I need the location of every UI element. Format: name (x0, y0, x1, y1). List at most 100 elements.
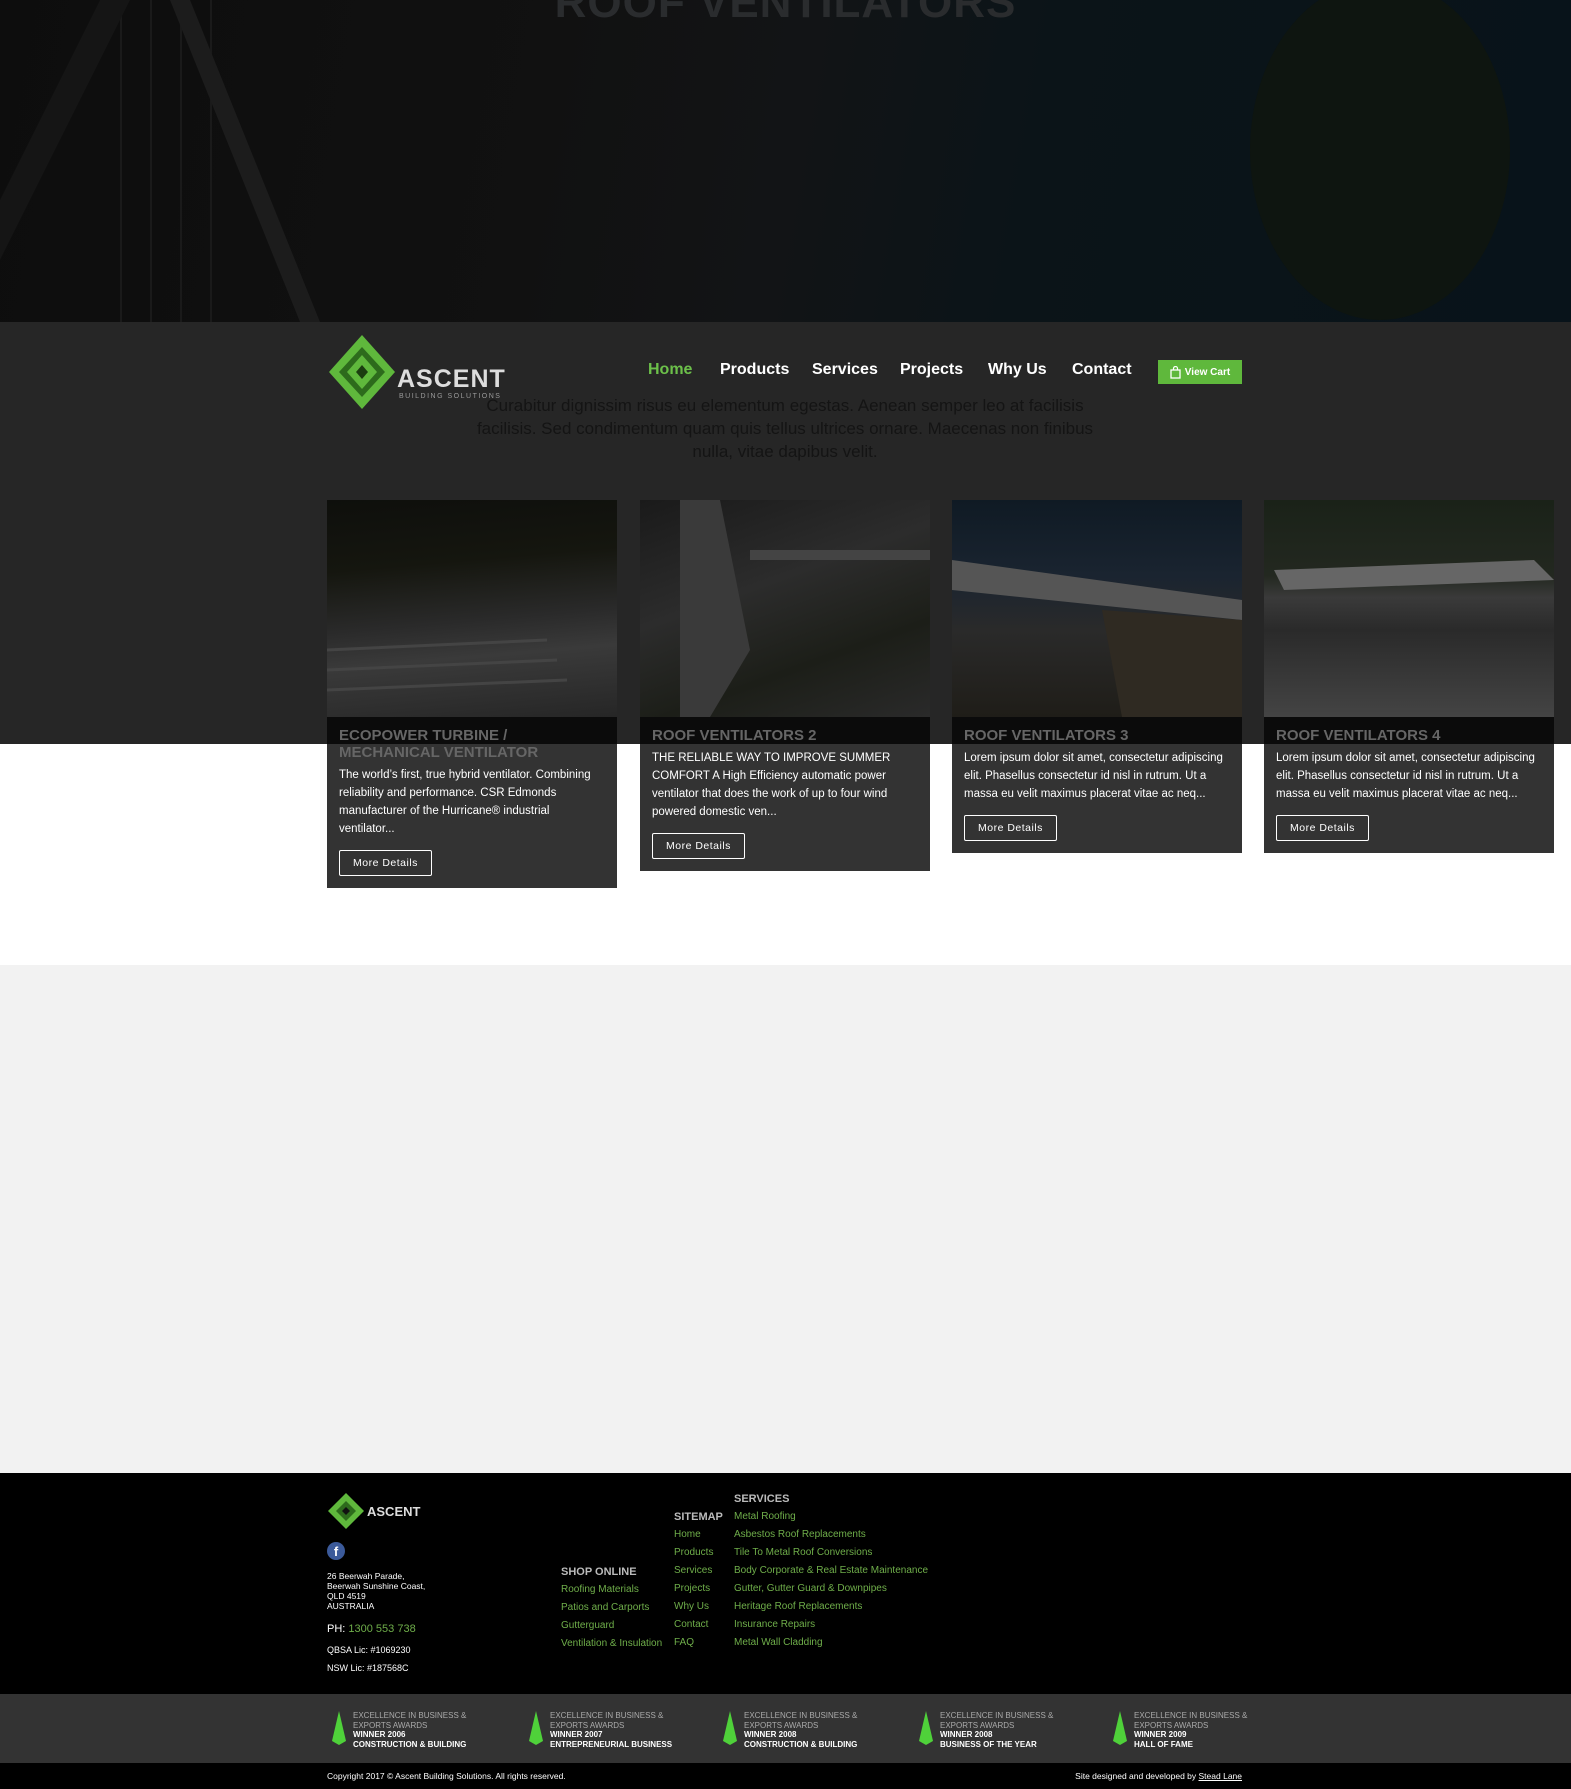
service-link[interactable]: Asbestos Roof Replacements (734, 1526, 928, 1544)
award: EXCELLENCE IN BUSINESS & EXPORTS AWARDS WI… (528, 1711, 672, 1749)
more-details-button[interactable]: More Details (1276, 815, 1369, 841)
nav-projects[interactable]: Projects (900, 361, 963, 379)
award-trophy-icon (723, 1711, 737, 1745)
credit: Site designed and developed by Stead Lan… (1075, 1771, 1242, 1781)
sitemap-link[interactable]: Contact (674, 1616, 723, 1634)
more-details-button[interactable]: More Details (339, 850, 432, 876)
card-title: ROOF VENTILATORS 4 (1276, 727, 1441, 744)
sitemap-link[interactable]: Products (674, 1544, 723, 1562)
more-details-button[interactable]: More Details (964, 815, 1057, 841)
intro-text: Curabitur dignissim risus eu elementum e… (476, 396, 1094, 461)
service-link[interactable]: Gutter, Gutter Guard & Downpipes (734, 1580, 928, 1598)
phone-label: PH: (327, 1623, 346, 1635)
card-text: Lorem ipsum dolor sit amet, consectetur … (964, 752, 1223, 800)
award-text: WINNER 2008 (940, 1730, 993, 1739)
award-trophy-icon (919, 1711, 933, 1745)
award-text: EXPORTS AWARDS (1134, 1720, 1209, 1730)
sitemap-column: SITEMAP Home Products Services Projects Why … (674, 1511, 723, 1652)
footer-logo-name: ASCENT (367, 1504, 421, 1519)
card-text: The world’s first, true hybrid ventilato… (339, 769, 591, 835)
view-cart-button[interactable]: View Cart (1158, 360, 1242, 384)
nav-products[interactable]: Products (720, 361, 789, 379)
award-text: EXCELLENCE IN BUSINESS & (550, 1711, 664, 1720)
phone: PH: 1300 553 738 (327, 1623, 416, 1635)
award-text: EXPORTS AWARDS (550, 1720, 625, 1730)
logo-name: ASCENT (397, 365, 506, 393)
sitemap-link[interactable]: Services (674, 1562, 723, 1580)
address-line: 26 Beerwah Parade, (327, 1571, 405, 1581)
nsw-license: NSW Lic: #187568C (327, 1663, 409, 1673)
award-trophy-icon (529, 1711, 543, 1745)
product-card: ECOPOWER TURBINE / MECHANICAL VENTILATOR… (327, 500, 617, 888)
address-line: Beerwah Sunshine Coast, (327, 1581, 426, 1591)
service-link[interactable]: Metal Roofing (734, 1508, 928, 1526)
empty-section (0, 965, 1571, 1473)
product-image (640, 500, 930, 717)
services-heading: SERVICES (734, 1493, 790, 1505)
award-text: WINNER 2009 (1134, 1730, 1187, 1739)
shop-link[interactable]: Ventilation & Insulation (561, 1635, 662, 1653)
service-link[interactable]: Body Corporate & Real Estate Maintenance (734, 1562, 928, 1580)
awards-bar: EXCELLENCE IN BUSINESS & EXPORTS AWARDS WI… (0, 1694, 1571, 1763)
card-text: THE RELIABLE WAY TO IMPROVE SUMMER COMFO… (652, 752, 891, 818)
service-link[interactable]: Heritage Roof Replacements (734, 1598, 928, 1616)
credit-text: Site designed and developed by (1075, 1771, 1197, 1781)
award: EXCELLENCE IN BUSINESS & EXPORTS AWARDS WI… (918, 1711, 1053, 1749)
award-text: WINNER 2008 (744, 1730, 797, 1739)
stead-lane-link[interactable]: Stead Lane (1199, 1771, 1242, 1781)
shop-link[interactable]: Roofing Materials (561, 1581, 662, 1599)
services-column: SERVICES Metal Roofing Asbestos Roof Repl… (734, 1493, 928, 1652)
address-line: AUSTRALIA (327, 1601, 375, 1611)
product-image (327, 500, 617, 717)
award-trophy-icon (332, 1711, 346, 1745)
award-text: EXCELLENCE IN BUSINESS & (940, 1711, 1054, 1720)
qbsa-license: QBSA Lic: #1069230 (327, 1645, 411, 1655)
product-image (952, 500, 1242, 717)
bottom-bar: Copyright 2017 © Ascent Building Solutio… (0, 1763, 1571, 1789)
view-cart-label: View Cart (1184, 366, 1231, 378)
award-text: BUSINESS OF THE YEAR (940, 1739, 1037, 1749)
shop-link[interactable]: Gutterguard (561, 1617, 662, 1635)
shopping-bag-icon (1170, 365, 1181, 379)
more-details-button[interactable]: More Details (652, 833, 745, 859)
address-line: QLD 4519 (327, 1591, 366, 1601)
nav-contact[interactable]: Contact (1072, 361, 1132, 379)
award: EXCELLENCE IN BUSINESS & EXPORTS AWARDS WI… (1112, 1711, 1247, 1749)
award-text: EXCELLENCE IN BUSINESS & (744, 1711, 858, 1720)
nav-why-us[interactable]: Why Us (988, 361, 1047, 379)
sitemap-link[interactable]: Projects (674, 1580, 723, 1598)
service-link[interactable]: Metal Wall Cladding (734, 1634, 928, 1652)
shop-link[interactable]: Patios and Carports (561, 1599, 662, 1617)
logo-diamond-icon (329, 335, 395, 409)
phone-number[interactable]: 1300 553 738 (348, 1623, 415, 1635)
service-link[interactable]: Tile To Metal Roof Conversions (734, 1544, 928, 1562)
product-card: ROOF VENTILATORS 4 Lorem ipsum dolor sit … (1264, 500, 1554, 853)
hero-title: ROOF VENTILATORS (554, 0, 1017, 27)
award-text: EXPORTS AWARDS (353, 1720, 428, 1730)
copyright: Copyright 2017 © Ascent Building Solutio… (327, 1771, 566, 1781)
sitemap-link[interactable]: Home (674, 1526, 723, 1544)
award-trophy-icon (1113, 1711, 1127, 1745)
facebook-icon[interactable]: f (327, 1542, 345, 1560)
award-text: WINNER 2007 (550, 1730, 603, 1739)
address: 26 Beerwah Parade, Beerwah Sunshine Coas… (327, 1571, 425, 1611)
card-title: ECOPOWER TURBINE / MECHANICAL VENTILATOR (339, 727, 539, 761)
nav-home[interactable]: Home (648, 361, 692, 379)
nav-services[interactable]: Services (812, 361, 878, 379)
card-title: ROOF VENTILATORS 2 (652, 727, 817, 744)
award-text: EXCELLENCE IN BUSINESS & (353, 1711, 467, 1720)
sitemap-link[interactable]: FAQ (674, 1634, 723, 1652)
product-card: ROOF VENTILATORS 3 Lorem ipsum dolor sit … (952, 500, 1242, 853)
shop-online-column: SHOP ONLINE Roofing Materials Patios and … (561, 1566, 662, 1653)
award: EXCELLENCE IN BUSINESS & EXPORTS AWARDS WI… (331, 1711, 466, 1749)
award-text: ENTREPRENEURIAL BUSINESS (550, 1739, 673, 1749)
logo-diamond-icon (328, 1493, 364, 1529)
award-text: WINNER 2006 (353, 1730, 406, 1739)
award-text: EXCELLENCE IN BUSINESS & (1134, 1711, 1248, 1720)
product-card: ROOF VENTILATORS 2 THE RELIABLE WAY TO IM… (640, 500, 930, 871)
award-text: CONSTRUCTION & BUILDING (353, 1739, 467, 1749)
award: EXCELLENCE IN BUSINESS & EXPORTS AWARDS WI… (722, 1711, 857, 1749)
service-link[interactable]: Insurance Repairs (734, 1616, 928, 1634)
award-text: EXPORTS AWARDS (744, 1720, 819, 1730)
sitemap-link[interactable]: Why Us (674, 1598, 723, 1616)
